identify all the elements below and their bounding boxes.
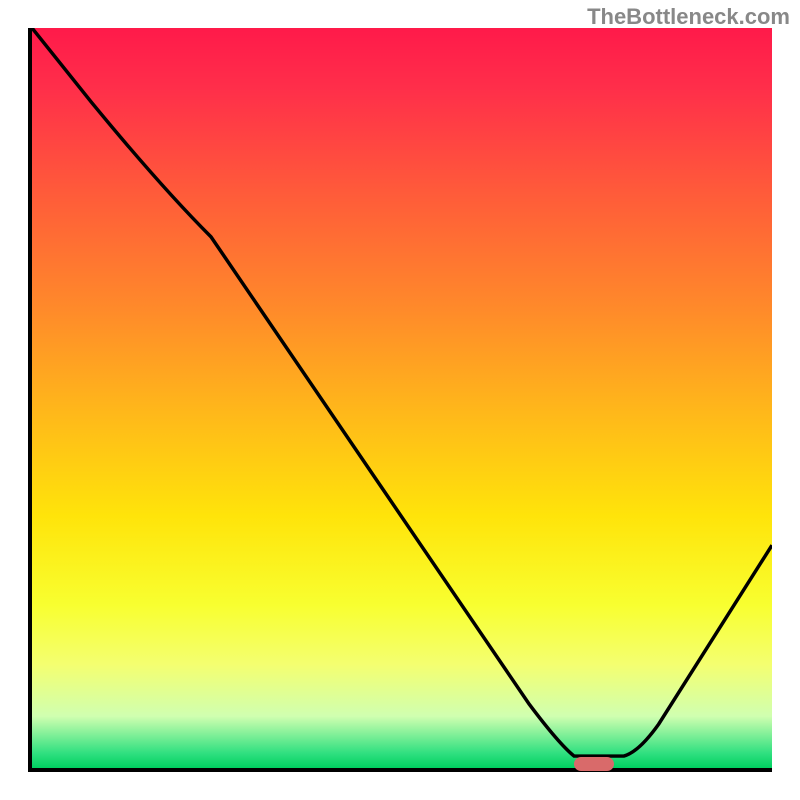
watermark-text: TheBottleneck.com [587,4,790,30]
optimal-marker [574,757,614,771]
bottleneck-curve [32,28,772,768]
curve-path [32,28,772,756]
chart-plot-area [28,28,772,772]
